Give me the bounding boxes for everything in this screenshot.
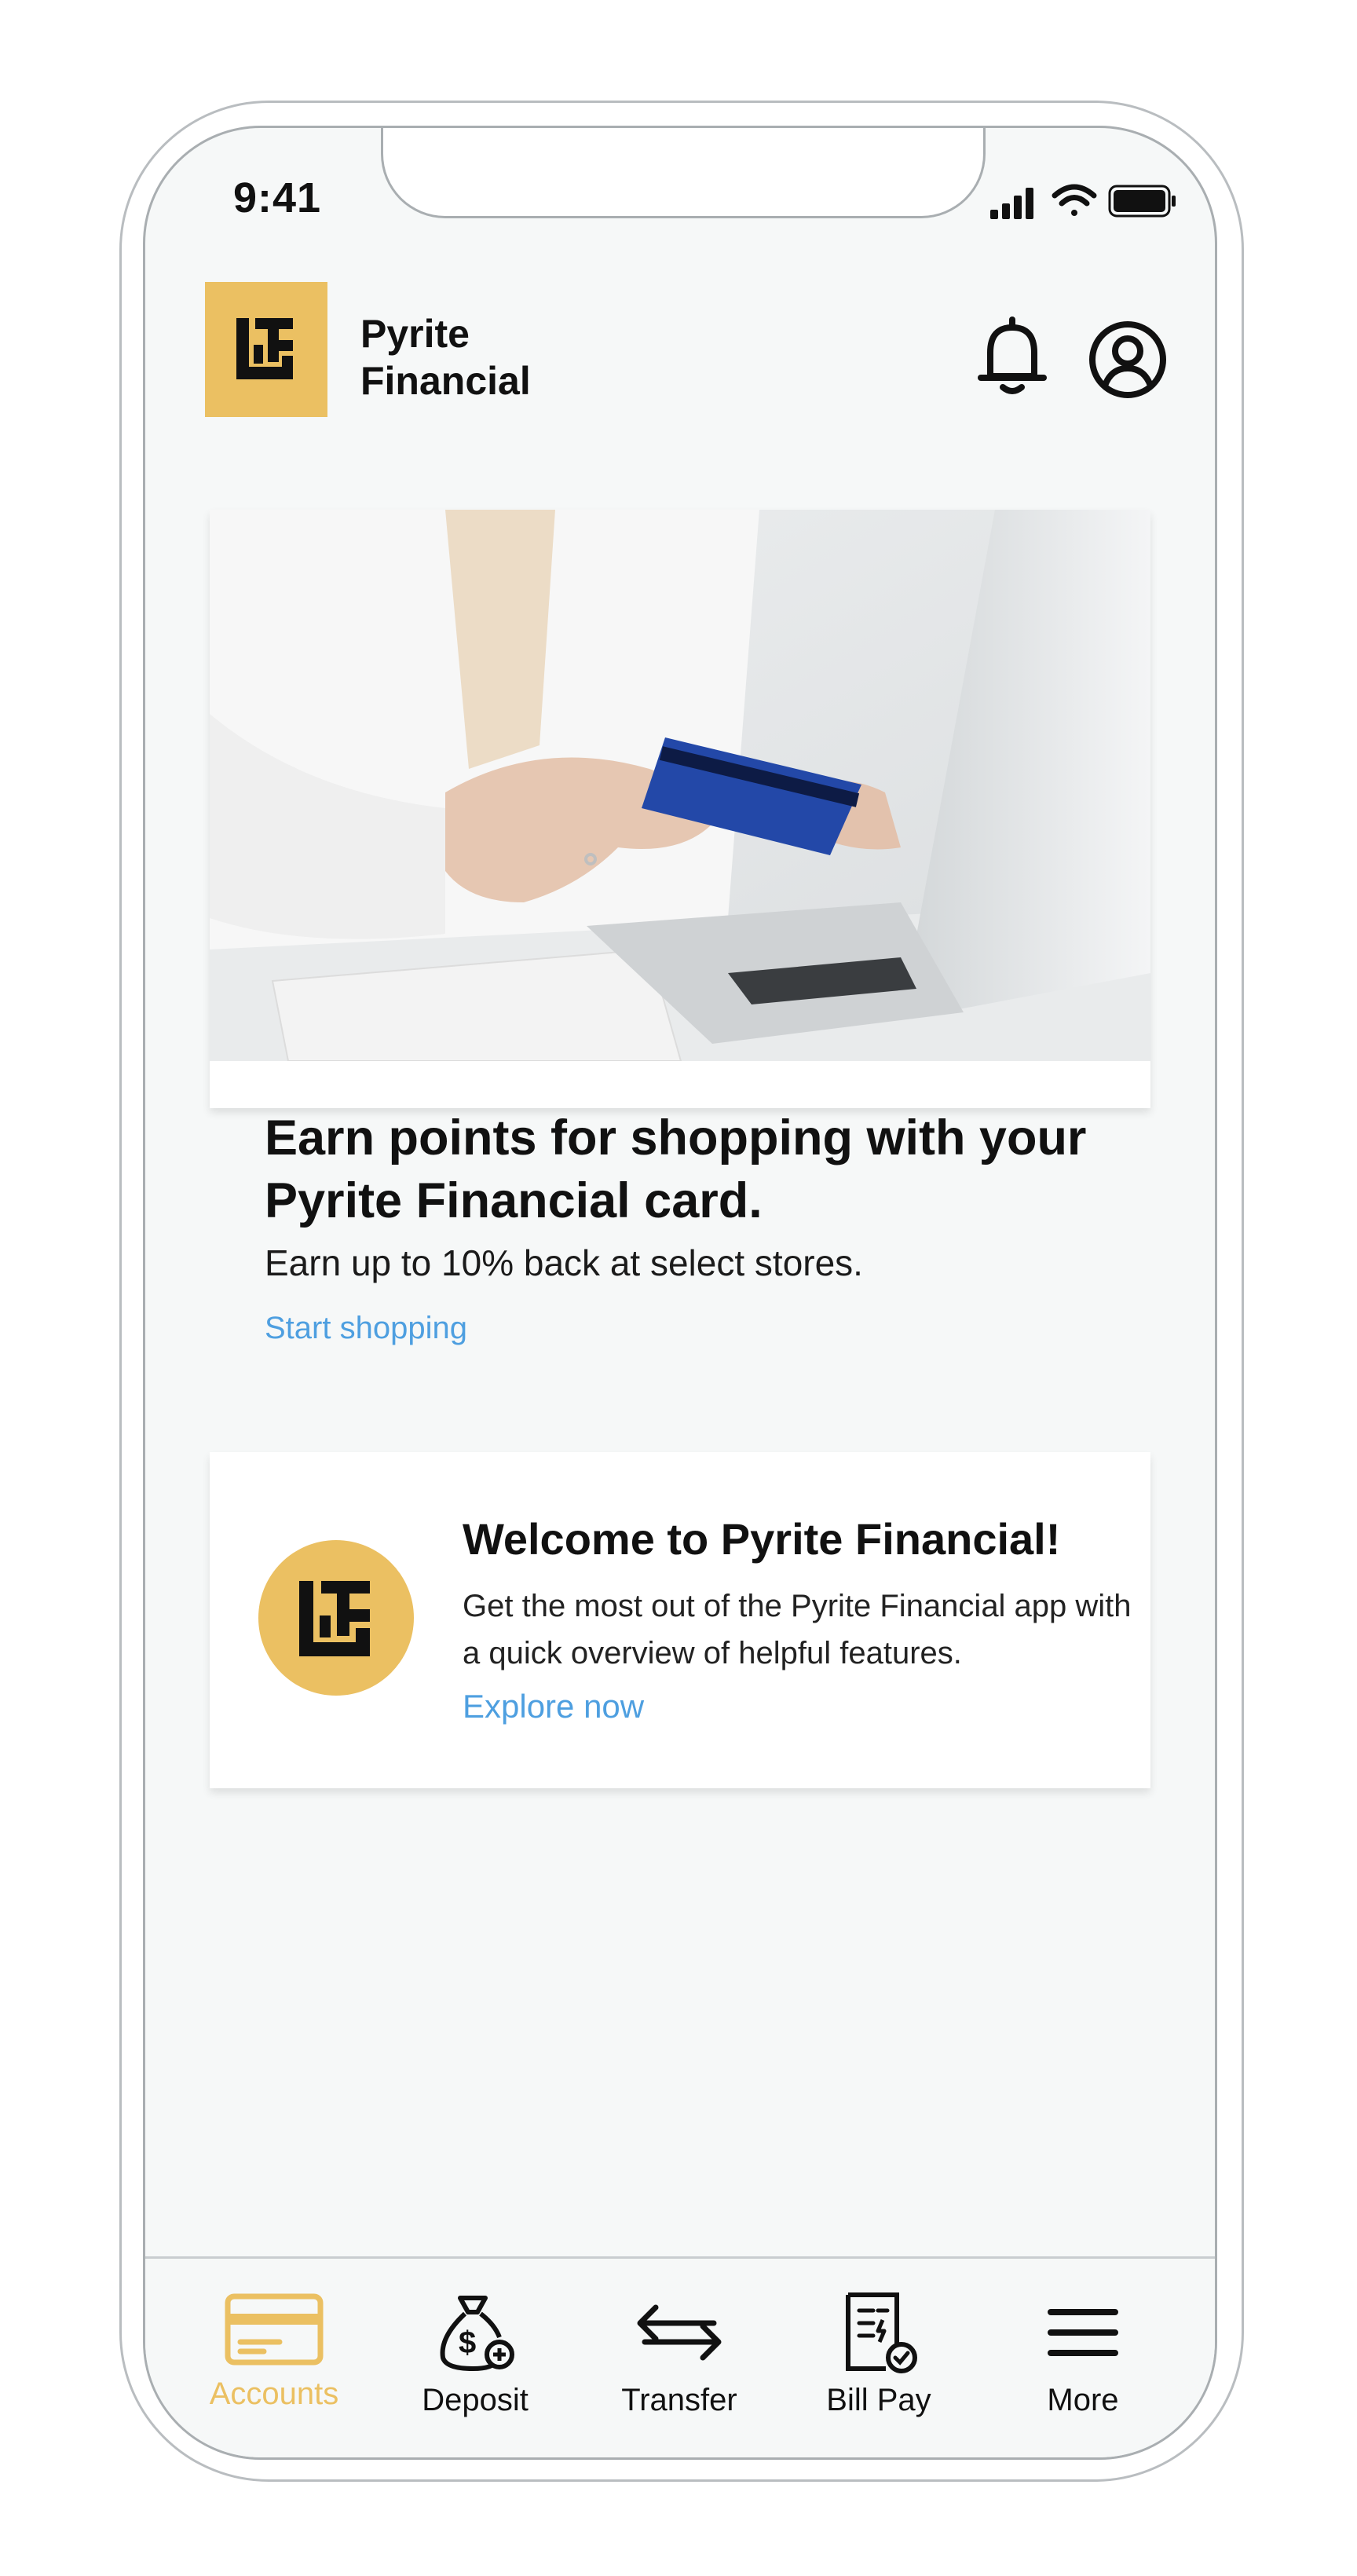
bill-icon [846, 2292, 917, 2373]
phone-screen: 9:41 Pyrite Financial Earn points for sh… [143, 126, 1217, 2460]
tab-deposit[interactable]: $ Deposit [381, 2290, 569, 2447]
welcome-title: Welcome to Pyrite Financial! [463, 1514, 1061, 1564]
tab-more[interactable]: More [989, 2290, 1177, 2447]
welcome-body: Get the most out of the Pyrite Financial… [463, 1589, 1132, 1670]
wifi-icon [1052, 184, 1097, 216]
battery-icon [1108, 185, 1176, 218]
pyrite-logo-icon [236, 318, 293, 379]
svg-text:$: $ [459, 2325, 476, 2360]
transfer-arrows-icon [637, 2304, 722, 2361]
tab-bill-pay[interactable]: Bill Pay [785, 2290, 973, 2447]
promo-subtitle: Earn up to 10% back at select stores. [265, 1242, 863, 1283]
promo-photo-credit-card-laptop [210, 510, 1150, 1061]
welcome-logo [258, 1540, 414, 1696]
tab-accounts-label: Accounts [209, 2377, 339, 2411]
card-icon [225, 2293, 324, 2366]
signal-icon [990, 188, 1033, 219]
brand-name-line2: Financial [360, 359, 531, 403]
explore-now-link[interactable]: Explore now [463, 1688, 644, 1725]
pyrite-logo-icon [299, 1581, 370, 1656]
welcome-card[interactable]: Welcome to Pyrite Financial! Get the mos… [210, 1452, 1150, 1788]
tab-transfer-label: Transfer [621, 2383, 737, 2417]
start-shopping-link[interactable]: Start shopping [265, 1311, 467, 1346]
menu-icon [1048, 2309, 1118, 2356]
tab-accounts[interactable]: Accounts [180, 2290, 368, 2447]
promo-photo [210, 510, 1150, 1061]
app-stage: 9:41 Pyrite Financial Earn points for sh… [0, 0, 1357, 2576]
profile-icon[interactable] [1088, 320, 1168, 400]
status-time: 9:41 [233, 174, 322, 221]
status-icons [990, 184, 1176, 219]
tab-more-label: More [1047, 2383, 1119, 2417]
brand-name-line1: Pyrite [360, 312, 470, 356]
brand-logo[interactable] [205, 282, 327, 417]
promo-card[interactable]: Earn points for shopping with your Pyrit… [210, 510, 1150, 1228]
tab-deposit-label: Deposit [422, 2383, 529, 2417]
money-bag-icon: $ [440, 2296, 514, 2372]
brand-name: Pyrite Financial [360, 310, 565, 404]
promo-title: Earn points for shopping with your Pyrit… [265, 1111, 1087, 1228]
tab-transfer[interactable]: Transfer [585, 2290, 774, 2447]
phone-notch [381, 128, 986, 218]
bottom-tab-bar: Accounts $ Deposit Transfer Bill Pay Mor… [145, 2256, 1215, 2457]
bell-icon[interactable] [976, 315, 1048, 395]
tab-bill-pay-label: Bill Pay [826, 2383, 931, 2417]
